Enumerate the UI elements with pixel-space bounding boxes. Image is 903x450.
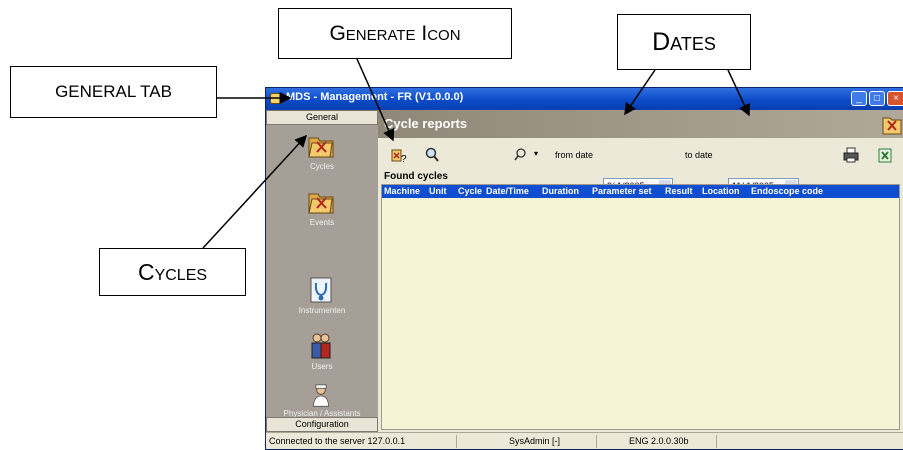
arrow-to-date — [727, 69, 750, 117]
arrow-cycles — [202, 134, 308, 249]
arrow-from-date — [624, 69, 656, 116]
callout-arrows — [202, 58, 750, 249]
arrow-generate-icon — [356, 58, 395, 142]
